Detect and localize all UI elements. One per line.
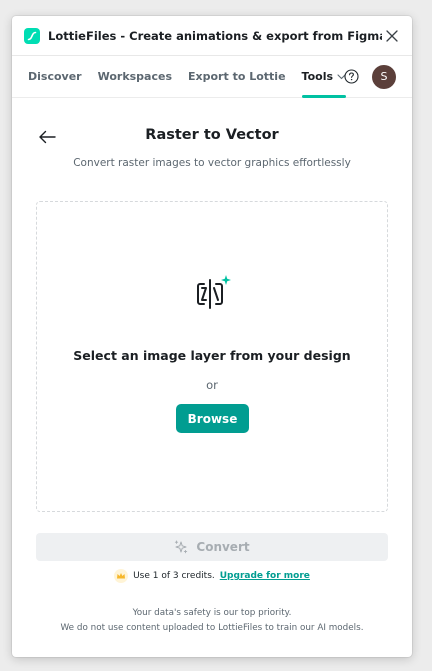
close-button[interactable] (382, 26, 402, 46)
page-header: Raster to Vector (12, 122, 412, 150)
convert-button[interactable]: Convert (36, 533, 388, 561)
help-icon (343, 69, 359, 84)
dropzone-or-text: or (206, 378, 218, 392)
plugin-window: LottieFiles - Create animations & export… (12, 16, 412, 657)
page-title: Raster to Vector (145, 127, 279, 143)
window-title: LottieFiles - Create animations & export… (48, 28, 382, 43)
image-dropzone[interactable]: Select an image layer from your design o… (36, 201, 388, 512)
raster-to-vector-icon (197, 275, 231, 309)
sparkle-icon (175, 540, 188, 554)
tab-export-to-lottie[interactable]: Export to Lottie (188, 56, 286, 97)
convert-label: Convert (196, 540, 250, 554)
tab-label: Discover (28, 70, 82, 83)
nav-tabs: Discover Workspaces Export to Lottie Too… (12, 56, 412, 98)
credits-info: Use 1 of 3 credits. Upgrade for more (12, 569, 412, 583)
credits-text: Use 1 of 3 credits. (133, 571, 215, 581)
title-bar: LottieFiles - Create animations & export… (12, 16, 412, 56)
avatar[interactable]: S (372, 64, 396, 89)
privacy-note: Your data's safety is our top priority. … (12, 606, 412, 636)
help-button[interactable] (342, 68, 360, 86)
privacy-line-2: We do not use content uploaded to Lottie… (60, 623, 364, 633)
close-icon (386, 29, 398, 42)
nav-actions: S (342, 56, 396, 97)
lottiefiles-logo-icon (24, 27, 40, 44)
page-subtitle: Convert raster images to vector graphics… (73, 157, 351, 169)
browse-button[interactable]: Browse (176, 404, 249, 433)
tab-label: Tools (301, 70, 334, 83)
tab-tools[interactable]: Tools (301, 56, 347, 98)
upgrade-link[interactable]: Upgrade for more (220, 571, 310, 581)
privacy-line-1: Your data's safety is our top priority. (132, 608, 292, 618)
tab-label: Export to Lottie (188, 70, 286, 83)
tab-discover[interactable]: Discover (28, 56, 82, 97)
tab-label: Workspaces (97, 70, 173, 83)
crown-icon (114, 569, 129, 583)
tab-workspaces[interactable]: Workspaces (98, 56, 172, 97)
dropzone-heading: Select an image layer from your design (73, 348, 351, 363)
